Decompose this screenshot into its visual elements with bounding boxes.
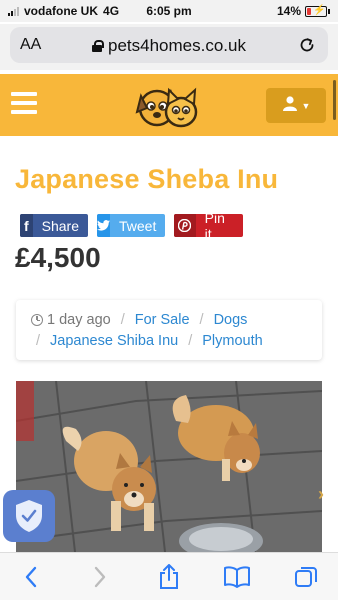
url-text: pets4homes.co.uk — [108, 36, 246, 55]
user-icon — [282, 95, 298, 116]
pinterest-share-button[interactable]: Pin it — [174, 214, 243, 237]
site-header: ▼ — [0, 74, 338, 136]
site-logo[interactable] — [135, 82, 201, 130]
listing-meta-box: 1 day ago / For Sale / Dogs / Japanese S… — [16, 300, 322, 360]
user-account-button[interactable]: ▼ — [266, 88, 326, 123]
reload-icon[interactable] — [298, 36, 316, 59]
clock-icon — [31, 314, 43, 326]
shield-check-icon[interactable] — [3, 490, 55, 542]
battery-icon: ⚡ — [305, 5, 327, 17]
listing-title: Japanese Sheba Inu — [15, 164, 279, 194]
url-field[interactable]: AA pets4homes.co.uk — [10, 27, 328, 63]
listing-price: £4,500 — [15, 242, 101, 273]
twitter-icon — [97, 214, 110, 237]
lock-icon — [92, 40, 105, 52]
chevron-right-icon[interactable]: › — [318, 484, 324, 505]
chevron-left-icon[interactable] — [16, 563, 46, 591]
twitter-share-button[interactable]: Tweet — [97, 214, 165, 237]
facebook-icon: f — [20, 214, 33, 237]
battery-percent: 14% — [276, 4, 301, 18]
tabs-icon[interactable] — [291, 563, 321, 591]
chevron-right-icon[interactable] — [85, 563, 115, 591]
status-bar: vodafone UK 4G 6:05 pm 14% ⚡ — [0, 0, 338, 22]
breadcrumb-dogs[interactable]: Dogs — [214, 312, 248, 328]
share-icon[interactable] — [154, 563, 184, 591]
breadcrumb-breed[interactable]: Japanese Shiba Inu — [50, 333, 178, 349]
listing-photo[interactable] — [16, 381, 322, 561]
social-share-row: f Share Tweet Pin it — [20, 214, 243, 237]
breadcrumb-for-sale[interactable]: For Sale — [135, 312, 190, 328]
browser-address-bar: AA pets4homes.co.uk — [0, 24, 338, 70]
pinterest-icon — [174, 214, 196, 237]
hamburger-menu-icon[interactable] — [11, 92, 37, 114]
facebook-share-button[interactable]: f Share — [20, 214, 88, 237]
breadcrumb-location[interactable]: Plymouth — [202, 333, 262, 349]
caret-down-icon: ▼ — [301, 100, 311, 111]
scroll-indicator[interactable] — [333, 80, 336, 120]
book-icon[interactable] — [222, 563, 252, 591]
posted-time: 1 day ago — [47, 312, 111, 328]
browser-toolbar — [0, 552, 338, 600]
